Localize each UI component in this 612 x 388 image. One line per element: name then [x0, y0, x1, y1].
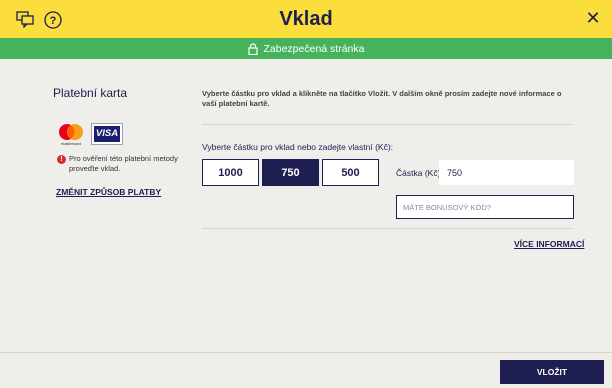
- payment-method-title: Platební karta: [53, 86, 128, 100]
- close-icon[interactable]: ✕: [584, 9, 602, 27]
- mastercard-label: mastercard: [61, 141, 81, 146]
- mastercard-icon: mastercard: [56, 122, 86, 146]
- amount-button-750[interactable]: 750: [262, 159, 319, 186]
- amount-select-label: Vyberte částku pro vklad nebo zadejte vl…: [202, 142, 394, 152]
- deposit-instructions: Vyberte částku pro vklad a klikněte na t…: [202, 89, 562, 108]
- warning-text: Pro ověření této platební metody proveďt…: [69, 154, 178, 173]
- amount-button-500[interactable]: 500: [322, 159, 379, 186]
- warning-icon: !: [57, 155, 66, 164]
- secure-page-bar: Zabezpečená stránka: [0, 38, 612, 59]
- header-bar: ? Vklad ✕: [0, 0, 612, 38]
- bonus-code-input[interactable]: [396, 195, 574, 219]
- submit-deposit-button[interactable]: VLOŽIT: [500, 360, 604, 384]
- change-payment-method-link[interactable]: ZMĚNIT ZPŮSOB PLATBY: [56, 187, 161, 197]
- footer-divider: [0, 352, 612, 353]
- lock-icon: [247, 42, 258, 55]
- amount-input[interactable]: [439, 160, 574, 185]
- more-info-link[interactable]: VÍCE INFORMACÍ: [514, 239, 584, 249]
- card-logos: mastercard VISA: [56, 122, 136, 146]
- page-title: Vklad: [279, 8, 333, 30]
- visa-label: VISA: [94, 126, 120, 142]
- visa-icon: VISA: [91, 123, 123, 145]
- amount-field-label: Částka (Kč):: [396, 168, 443, 178]
- divider: [202, 228, 573, 229]
- secure-page-label: Zabezpečená stránka: [263, 42, 365, 55]
- amount-button-1000[interactable]: 1000: [202, 159, 259, 186]
- divider: [202, 124, 573, 125]
- payment-method-panel: Platební karta: [53, 86, 193, 100]
